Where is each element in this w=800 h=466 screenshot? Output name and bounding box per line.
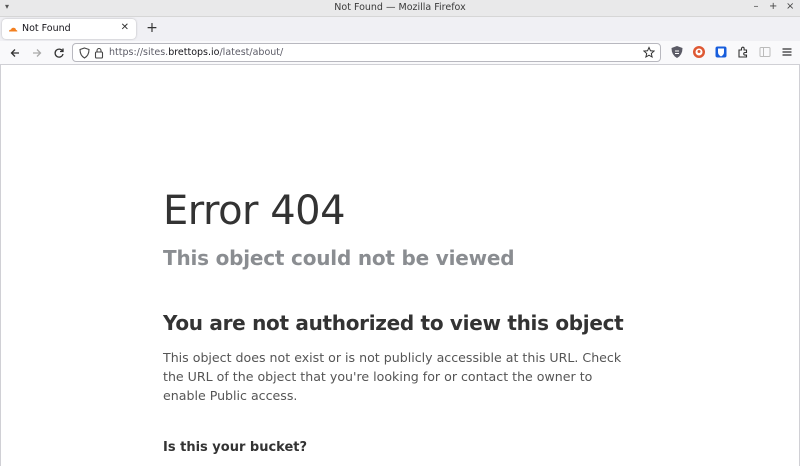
navigation-toolbar: https://sites.brettops.io/latest/about/	[0, 41, 800, 65]
url-path: /latest/about/	[219, 47, 284, 58]
page-title: Error 404	[163, 188, 346, 234]
back-icon[interactable]	[7, 45, 23, 61]
url-host: brettops.io	[168, 47, 220, 58]
window-title: Not Found — Mozilla Firefox	[334, 2, 466, 13]
error-heading: You are not authorized to view this obje…	[163, 311, 624, 335]
tab-not-found[interactable]: Not Found ✕	[2, 19, 136, 39]
cloudflare-icon	[9, 27, 18, 32]
url-prefix: https://sites.	[109, 47, 169, 58]
new-tab-button[interactable]: +	[144, 20, 160, 36]
tab-label: Not Found	[22, 23, 71, 34]
title-bar: ▾ Not Found — Mozilla Firefox – + ×	[0, 0, 800, 17]
maximize-button[interactable]: +	[769, 1, 777, 12]
extensions-icon[interactable]	[736, 45, 750, 59]
lock-icon[interactable]	[94, 47, 104, 59]
forward-icon[interactable]	[29, 45, 45, 61]
shield-icon[interactable]	[79, 47, 90, 59]
minimize-button[interactable]: –	[752, 1, 760, 12]
tab-strip: Not Found ✕ +	[0, 17, 800, 41]
url-bar[interactable]: https://sites.brettops.io/latest/about/	[72, 43, 661, 62]
star-icon[interactable]	[643, 46, 655, 59]
page-subtitle: This object could not be viewed	[163, 246, 515, 270]
bucket-question: Is this your bucket?	[163, 440, 308, 455]
sidebar-icon[interactable]	[758, 45, 772, 59]
window-controls: – + ×	[752, 1, 795, 12]
page-content: Error 404 This object could not be viewe…	[0, 65, 800, 466]
duckduckgo-icon[interactable]	[692, 45, 706, 59]
url-text: https://sites.brettops.io/latest/about/	[109, 47, 283, 58]
firefox-window: ▾ Not Found — Mozilla Firefox – + × Not …	[0, 0, 800, 466]
close-window-button[interactable]: ×	[786, 1, 794, 12]
reload-icon[interactable]	[51, 45, 67, 61]
close-tab-icon[interactable]: ✕	[121, 22, 129, 33]
menu-icon[interactable]	[780, 45, 794, 59]
error-description: This object does not exist or is not pub…	[163, 350, 622, 403]
bitwarden-icon[interactable]	[714, 45, 728, 59]
ublock-icon[interactable]	[670, 45, 684, 59]
